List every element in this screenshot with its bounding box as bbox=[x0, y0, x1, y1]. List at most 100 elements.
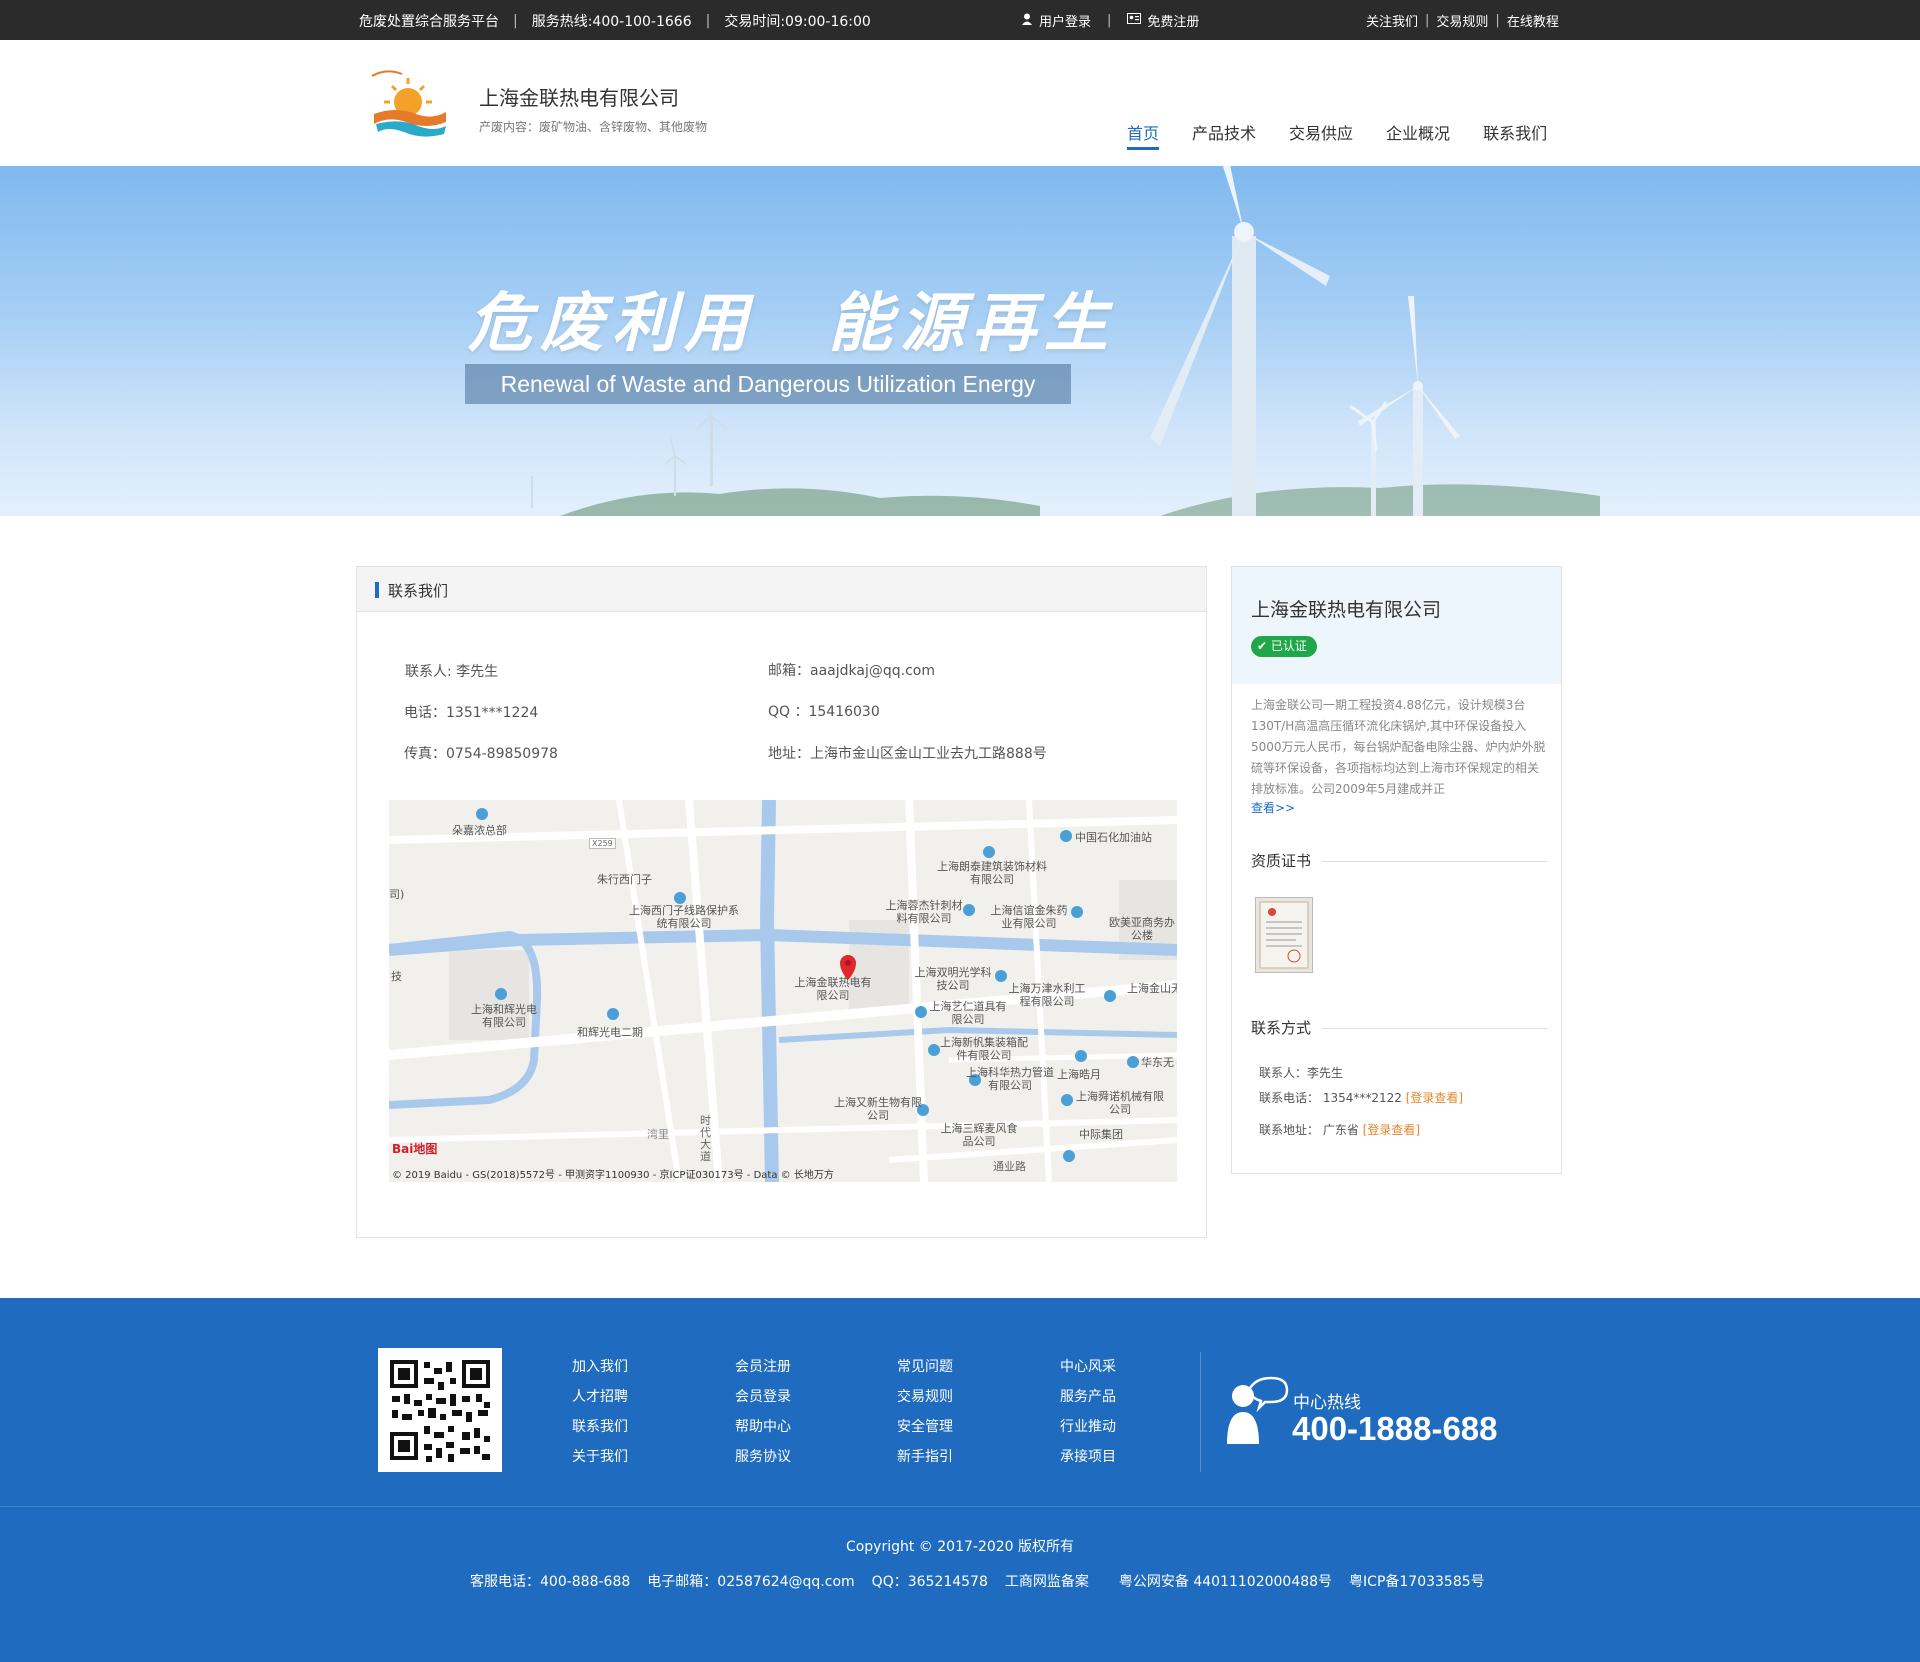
footer-link[interactable]: 新手指引 bbox=[897, 1446, 953, 1476]
footer-link[interactable]: 安全管理 bbox=[897, 1416, 953, 1446]
map-label: 上海西门子线路保护系统有限公司 bbox=[629, 904, 739, 930]
top-bar: 危废处置综合服务平台 | 服务热线:400-100-1666 | 交易时间:09… bbox=[0, 0, 1920, 40]
footer-links-col4: 中心风采 服务产品 行业推动 承接项目 bbox=[1060, 1356, 1116, 1476]
baidu-map-logo[interactable]: Bai地图 bbox=[392, 1140, 437, 1157]
footer-link[interactable]: 行业推动 bbox=[1060, 1416, 1116, 1446]
map-label: 上海晧月 bbox=[1057, 1068, 1101, 1081]
map-label: 上海信谊金朱药业有限公司 bbox=[990, 904, 1068, 930]
divider: | bbox=[1425, 13, 1430, 28]
footer-link[interactable]: 承接项目 bbox=[1060, 1446, 1116, 1476]
nav-company[interactable]: 企业概况 bbox=[1386, 120, 1450, 150]
follow-link[interactable]: 关注我们 bbox=[1366, 11, 1418, 30]
map-label: 上海三辉麦风食品公司 bbox=[940, 1122, 1018, 1148]
footer-link[interactable]: 中心风采 bbox=[1060, 1356, 1116, 1386]
hero-banner: 危废利用 能源再生 Renewal of Waste and Dangerous… bbox=[0, 166, 1920, 516]
divider: | bbox=[513, 13, 518, 29]
verified-badge: ✔ 已认证 bbox=[1251, 636, 1317, 657]
location-map[interactable]: 朵嘉浓总部 中国石化加油站 朱行西门子 上海朗泰建筑装饰材料有限公司 上海西门子… bbox=[389, 800, 1177, 1182]
panel-title: 联系我们 bbox=[388, 582, 449, 600]
icp-record[interactable]: 粤ICP备17033585号 bbox=[1349, 1571, 1485, 1591]
map-label: 上海金山无人飞行服务 bbox=[1127, 982, 1177, 995]
rules-link[interactable]: 交易规则 bbox=[1436, 11, 1488, 30]
map-label: 上海科华热力管道有限公司 bbox=[966, 1066, 1054, 1092]
footer-link[interactable]: 交易规则 bbox=[897, 1386, 953, 1416]
qr-code bbox=[378, 1348, 502, 1472]
contact-email: 邮箱：aaajdkaj@qq.com bbox=[768, 663, 935, 679]
sidebar-contact-phone: 联系电话： 1354***2122 [登录查看] bbox=[1259, 1089, 1463, 1106]
company-logo[interactable] bbox=[366, 70, 450, 142]
site-header: 上海金联热电有限公司 产废内容：废矿物油、含锌废物、其他废物 首页 产品技术 交… bbox=[0, 40, 1920, 166]
customer-service-icon bbox=[1225, 1376, 1289, 1448]
main-nav: 首页 产品技术 交易供应 企业概况 联系我们 bbox=[1127, 120, 1547, 150]
company-intro: 上海金联公司一期工程投资4.88亿元，设计规模3台130T/H高温高压循环流化床… bbox=[1251, 698, 1546, 796]
map-label: 时代大道 bbox=[700, 1114, 711, 1163]
map-label: 上海艺仁道具有限公司 bbox=[929, 1000, 1007, 1026]
contact-person: 联系人: 李先生 bbox=[405, 664, 499, 680]
nav-products[interactable]: 产品技术 bbox=[1192, 120, 1256, 150]
register-link[interactable]: 免费注册 bbox=[1147, 11, 1199, 30]
police-record[interactable]: 粤公网安备 44011102000488号 bbox=[1119, 1571, 1332, 1591]
view-more-link[interactable]: 查看>> bbox=[1251, 799, 1295, 816]
login-view-link[interactable]: [登录查看] bbox=[1406, 1091, 1463, 1105]
footer-qq: QQ：365214578 bbox=[871, 1574, 988, 1590]
icp-monitor-link[interactable]: 工商网监备案 bbox=[1005, 1571, 1089, 1591]
map-label: 湾里 bbox=[647, 1128, 669, 1141]
nav-contact[interactable]: 联系我们 bbox=[1483, 120, 1547, 150]
map-label: 通业路 bbox=[993, 1160, 1026, 1173]
map-label: 和辉光电二期 bbox=[577, 1026, 643, 1039]
service-hotline: 服务热线:400-100-1666 bbox=[531, 14, 692, 30]
map-label: 欧美亚商务办公楼 bbox=[1109, 916, 1175, 942]
footer-link[interactable]: 常见问题 bbox=[897, 1356, 953, 1386]
contact-method-heading: 联系方式 bbox=[1251, 1019, 1312, 1037]
sidebar-phone-text: 联系电话： 1354***2122 bbox=[1259, 1091, 1402, 1105]
cert-heading: 资质证书 bbox=[1251, 852, 1312, 870]
map-label: 上海万津水利工程有限公司 bbox=[1008, 982, 1086, 1008]
map-label: 朱行西门子 bbox=[597, 873, 652, 886]
company-description: 产废内容：废矿物油、含锌废物、其他废物 bbox=[479, 120, 708, 134]
hotline-number: 400-1888-688 bbox=[1292, 1410, 1498, 1447]
site-footer: 加入我们 人才招聘 联系我们 关于我们 会员注册 会员登录 帮助中心 服务协议 … bbox=[0, 1298, 1920, 1662]
tutorial-link[interactable]: 在线教程 bbox=[1507, 11, 1559, 30]
map-label: 中际集团 bbox=[1079, 1128, 1123, 1141]
map-label: 上海新帆集装箱配件有限公司 bbox=[940, 1036, 1028, 1062]
footer-link[interactable]: 人才招聘 bbox=[572, 1386, 628, 1416]
map-label: 技 bbox=[391, 970, 402, 983]
id-card-icon bbox=[1127, 13, 1142, 28]
footer-link[interactable]: 加入我们 bbox=[572, 1356, 628, 1386]
service-phone: 客服电话：400-888-688 bbox=[470, 1574, 631, 1590]
company-name: 上海金联热电有限公司 bbox=[479, 86, 679, 110]
nav-trade[interactable]: 交易供应 bbox=[1289, 120, 1353, 150]
sidebar-company-name: 上海金联热电有限公司 bbox=[1251, 599, 1442, 621]
nav-home[interactable]: 首页 bbox=[1127, 120, 1160, 150]
sidebar-header: 上海金联热电有限公司 ✔ 已认证 bbox=[1232, 567, 1561, 684]
footer-link[interactable]: 会员注册 bbox=[735, 1356, 791, 1386]
contact-panel: 联系我们 联系人: 李先生 邮箱：aaajdkaj@qq.com 电话：1351… bbox=[356, 566, 1207, 1238]
divider bbox=[1322, 1028, 1547, 1029]
footer-divider bbox=[0, 1506, 1920, 1507]
verified-label: 已认证 bbox=[1270, 639, 1307, 653]
login-link[interactable]: 用户登录 bbox=[1039, 11, 1091, 30]
contact-fax: 传真：0754-89850978 bbox=[404, 746, 558, 762]
sidebar-contact-address: 联系地址： 广东省 [登录查看] bbox=[1259, 1121, 1420, 1138]
sidebar-contact-person: 联系人：李先生 bbox=[1259, 1066, 1344, 1080]
footer-link[interactable]: 服务产品 bbox=[1060, 1386, 1116, 1416]
footer-divider bbox=[1200, 1352, 1201, 1472]
map-label-selected: 上海金联热电有限公司 bbox=[794, 976, 872, 1002]
footer-link[interactable]: 关于我们 bbox=[572, 1446, 628, 1476]
company-sidebar: 上海金联热电有限公司 ✔ 已认证 上海金联公司一期工程投资4.88亿元，设计规模… bbox=[1231, 566, 1562, 1174]
footer-link[interactable]: 服务协议 bbox=[735, 1446, 791, 1476]
map-label: 华东无 bbox=[1141, 1056, 1174, 1069]
map-label: 司) bbox=[389, 888, 405, 901]
map-copyright: © 2019 Baidu - GS(2018)5572号 - 甲测资字11009… bbox=[392, 1170, 834, 1181]
footer-link[interactable]: 帮助中心 bbox=[735, 1416, 791, 1446]
footer-link[interactable]: 联系我们 bbox=[572, 1416, 628, 1446]
trade-time: 交易时间:09:00-16:00 bbox=[724, 14, 871, 30]
footer-links-col1: 加入我们 人才招聘 联系我们 关于我们 bbox=[572, 1356, 628, 1476]
map-label: 上海蓉杰针刺材料有限公司 bbox=[885, 899, 963, 925]
footer-link[interactable]: 会员登录 bbox=[735, 1386, 791, 1416]
map-label: 中国石化加油站 bbox=[1075, 831, 1152, 844]
certificate-thumbnail[interactable] bbox=[1255, 897, 1313, 973]
banner-subtitle: Renewal of Waste and Dangerous Utilizati… bbox=[465, 364, 1071, 404]
footer-info-row: 客服电话：400-888-688 电子邮箱：02587624@qq.com QQ… bbox=[470, 1571, 1502, 1591]
login-view-link[interactable]: [登录查看] bbox=[1363, 1123, 1420, 1137]
